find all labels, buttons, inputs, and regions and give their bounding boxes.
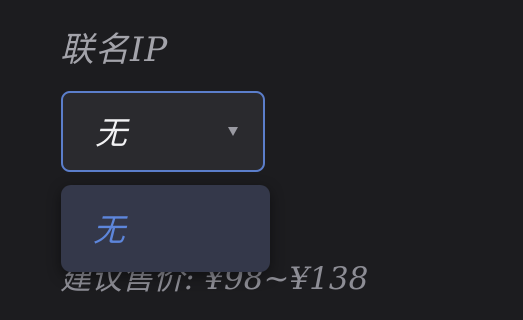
- dropdown-option-none[interactable]: 无: [61, 185, 270, 272]
- dropdown-option-label: 无: [93, 211, 126, 249]
- field-label: 联名IP: [60, 30, 169, 70]
- select-value: 无: [95, 114, 128, 152]
- collab-ip-select[interactable]: 无: [61, 91, 265, 172]
- select-dropdown-menu: 无: [61, 185, 270, 272]
- chevron-down-icon: [228, 127, 238, 136]
- form-root: 联名IP 无 建议售价: ¥98~¥138 无: [0, 0, 523, 320]
